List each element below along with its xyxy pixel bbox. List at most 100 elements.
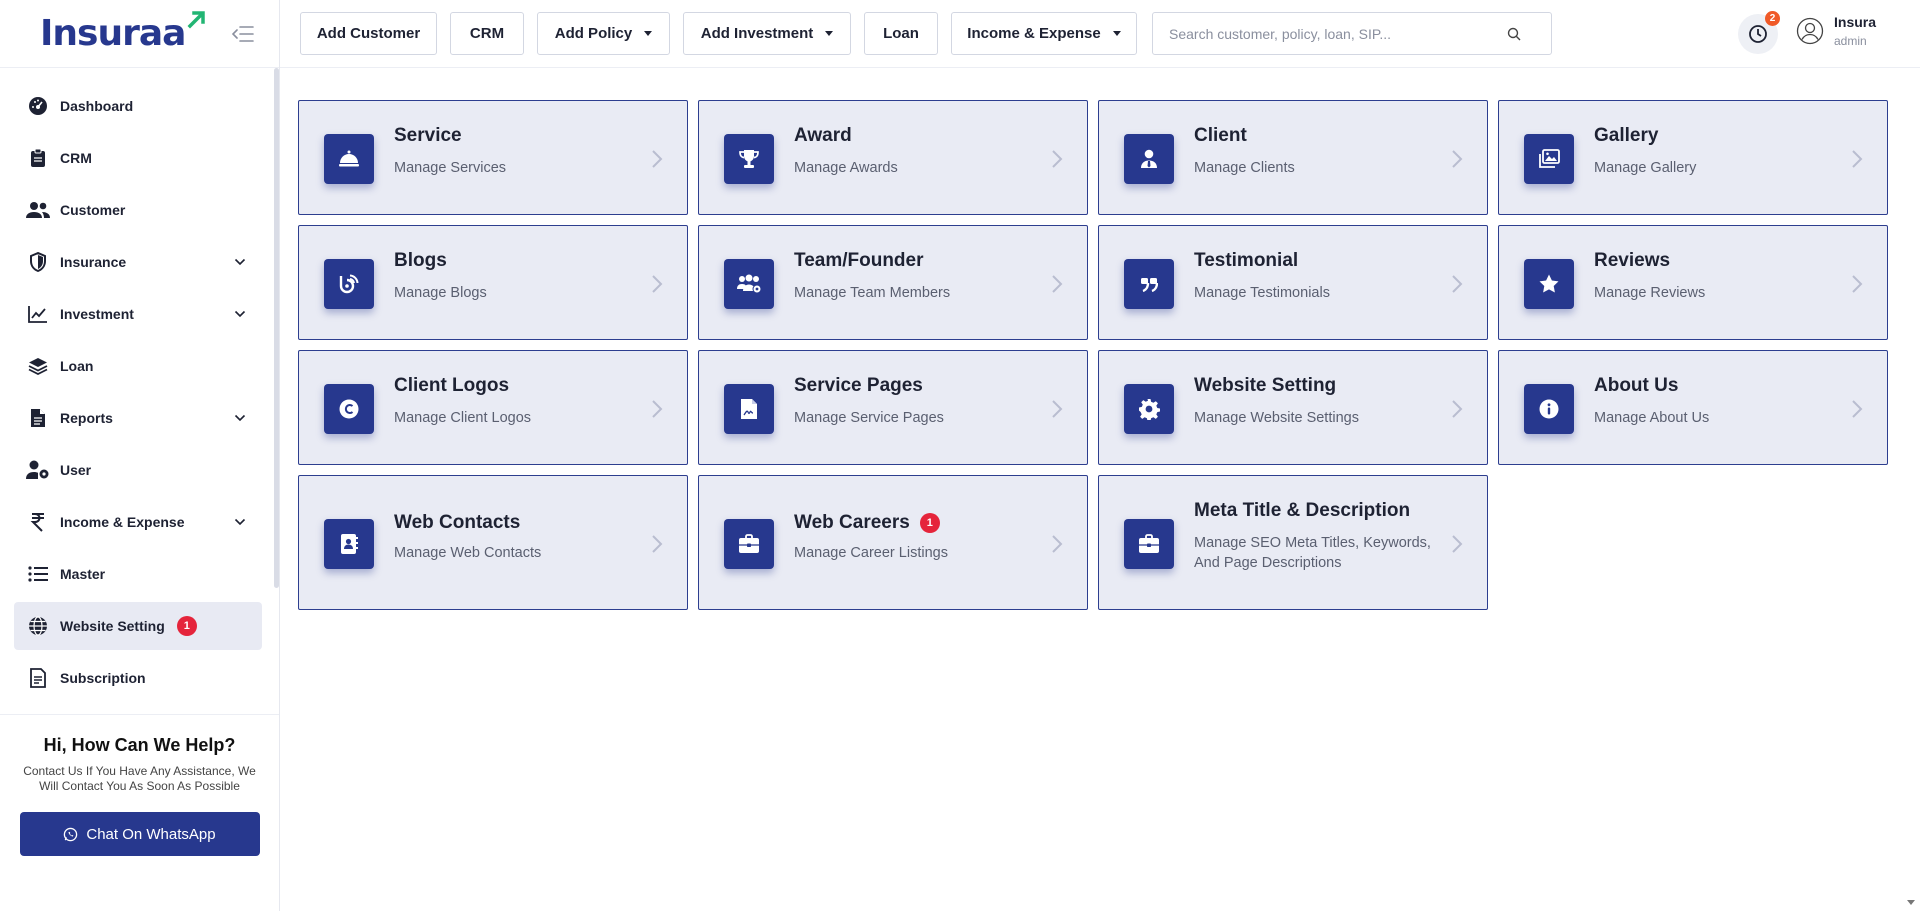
card-title: Award (794, 125, 852, 147)
sidebar-item-master[interactable]: Master (14, 550, 262, 598)
card-meta-title-and-description[interactable]: Meta Title & Description Manage SEO Meta … (1098, 475, 1488, 610)
card-subtitle: Manage Client Logos (394, 410, 532, 426)
search-icon[interactable] (1507, 27, 1521, 41)
card-title: About Us (1594, 375, 1678, 397)
sidebar-item-customer[interactable]: Customer (14, 186, 262, 234)
brand-name: Insuraa (40, 13, 186, 54)
card-title: Service Pages (794, 375, 923, 397)
sidebar-item-insurance[interactable]: Insurance (14, 238, 262, 286)
card-award[interactable]: Award Manage Awards (698, 100, 1088, 215)
chevron-down-icon (234, 414, 246, 422)
card-subtitle: Manage SEO Meta Titles, Keywords, And Pa… (1194, 535, 1431, 571)
card-team-founder[interactable]: Team/Founder Manage Team Members (698, 225, 1088, 340)
card-testimonial[interactable]: Testimonial Manage Testimonials (1098, 225, 1488, 340)
clipboard-icon (26, 146, 50, 170)
card-title: Web Contacts (394, 512, 520, 534)
sidebar-item-label: User (60, 462, 92, 478)
chevron-right-icon (1851, 274, 1865, 294)
chevron-right-icon (1451, 399, 1465, 419)
card-title-text: Web Contacts (394, 512, 521, 533)
sidebar: Insuraa Dashboard CRM Customer Insurance Inv… (0, 0, 280, 911)
button-crm[interactable]: CRM (450, 12, 524, 55)
card-web-contacts[interactable]: Web Contacts Manage Web Contacts (298, 475, 688, 610)
sidebar-item-loan[interactable]: Loan (14, 342, 262, 390)
globe-icon (26, 614, 50, 638)
dropdown-income-and-expense[interactable]: Income & Expense (951, 12, 1137, 55)
card-subtitle: Manage Website Settings (1194, 410, 1359, 426)
card-web-careers[interactable]: Web Careers 1 Manage Career Listings (698, 475, 1088, 610)
logo-arrow-icon (187, 11, 206, 29)
sidebar-item-badge: 1 (176, 616, 197, 636)
sidebar-nav: Dashboard CRM Customer Insurance Investment L… (14, 82, 262, 706)
card-title-text: Client (1194, 125, 1247, 146)
user-role: admin (1834, 34, 1867, 48)
global-search (1152, 12, 1552, 55)
chevron-right-icon (651, 534, 665, 554)
dropdown-add-investment[interactable]: Add Investment (683, 12, 851, 55)
caret-down-icon (644, 31, 653, 36)
sidebar-item-subscription[interactable]: Subscription (14, 654, 262, 702)
sidebar-item-label: Dashboard (60, 98, 134, 114)
card-title-text: Reviews (1594, 250, 1671, 271)
sidebar-item-reports[interactable]: Reports (14, 394, 262, 442)
chevron-right-icon (651, 274, 665, 294)
card-service-pages[interactable]: Service Pages Manage Service Pages (698, 350, 1088, 465)
blog-icon (324, 258, 374, 309)
sidebar-item-crm[interactable]: CRM (14, 134, 262, 182)
collapse-sidebar-icon[interactable] (229, 20, 257, 48)
header-button-label: Income & Expense (967, 25, 1101, 42)
chevron-right-icon (1851, 149, 1865, 169)
card-subtitle: Manage Clients (1194, 160, 1295, 176)
sidebar-item-website-setting[interactable]: Website Setting 1 (14, 602, 262, 650)
star-icon (1524, 258, 1574, 309)
card-blogs[interactable]: Blogs Manage Blogs (298, 225, 688, 340)
card-reviews[interactable]: Reviews Manage Reviews (1498, 225, 1888, 340)
card-subtitle: Manage Testimonials (1194, 285, 1330, 301)
header-button-label: Add Policy (554, 25, 633, 42)
caret-down-icon (1112, 31, 1121, 36)
header-button-label: CRM (469, 25, 505, 42)
user-menu[interactable]: Insura admin (1796, 14, 1876, 48)
card-about-us[interactable]: About Us Manage About Us (1498, 350, 1888, 465)
card-service[interactable]: Service Manage Services (298, 100, 688, 215)
header-button-label: Loan (883, 25, 919, 42)
user-gear-icon (26, 458, 50, 482)
card-website-setting[interactable]: Website Setting Manage Website Settings (1098, 350, 1488, 465)
button-loan[interactable]: Loan (864, 12, 938, 55)
logo-row: Insuraa (0, 0, 279, 68)
chart-line-icon (26, 302, 50, 326)
card-client-logos[interactable]: Client Logos Manage Client Logos (298, 350, 688, 465)
card-title-text: Meta Title & Description (1194, 500, 1411, 521)
card-client[interactable]: Client Manage Clients (1098, 100, 1488, 215)
sidebar-scrollbar[interactable] (274, 68, 279, 588)
sidebar-item-label: Master (60, 566, 106, 582)
sidebar-item-label: Investment (60, 306, 134, 322)
recent-activity-button[interactable]: 2 (1738, 11, 1780, 54)
scroll-down-icon[interactable] (1906, 899, 1916, 907)
card-title-text: Service Pages (794, 375, 923, 396)
sidebar-item-investment[interactable]: Investment (14, 290, 262, 338)
card-title-text: Award (794, 125, 852, 146)
chevron-right-icon (1451, 534, 1465, 554)
chevron-right-icon (651, 399, 665, 419)
sidebar-item-dashboard[interactable]: Dashboard (14, 82, 262, 130)
header-button-label: Add Customer (316, 25, 421, 42)
card-gallery[interactable]: Gallery Manage Gallery (1498, 100, 1888, 215)
card-title: Gallery (1594, 125, 1658, 147)
chevron-right-icon (1051, 399, 1065, 419)
card-title: Client (1194, 125, 1247, 147)
brand-logo[interactable]: Insuraa (40, 11, 207, 54)
dropdown-add-policy[interactable]: Add Policy (537, 12, 670, 55)
whatsapp-icon (64, 827, 78, 841)
info-icon (1524, 383, 1574, 434)
sidebar-item-income-and-expense[interactable]: Income & Expense (14, 498, 262, 546)
address-book-icon (324, 518, 374, 569)
card-subtitle: Manage Gallery (1594, 160, 1697, 176)
button-add-customer[interactable]: Add Customer (300, 12, 437, 55)
sidebar-item-user[interactable]: User (14, 446, 262, 494)
search-input[interactable] (1153, 13, 1493, 54)
chat-whatsapp-button[interactable]: Chat On WhatsApp (19, 812, 260, 856)
rupee-icon (26, 510, 50, 534)
card-title-text: Testimonial (1194, 250, 1299, 271)
card-title: Service (394, 125, 462, 147)
